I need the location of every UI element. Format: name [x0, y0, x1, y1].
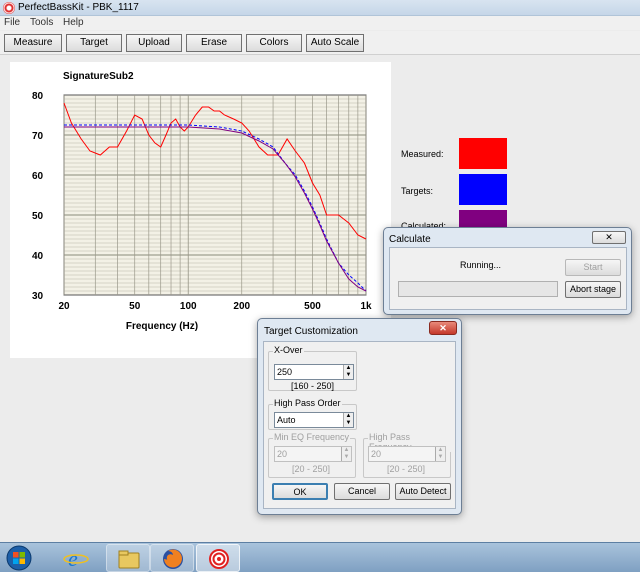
hp-freq-value: 20 [371, 449, 382, 459]
xover-label: X-Over [273, 345, 304, 355]
x-tick-label: 200 [233, 301, 250, 312]
target-close-button[interactable]: ✕ [429, 321, 457, 335]
close-icon: ✕ [605, 232, 613, 242]
spin-up-icon: ▲ [345, 365, 352, 371]
spin-up-icon: ▲ [343, 447, 350, 453]
spin-up-icon: ▲ [345, 413, 352, 419]
taskbar: e [0, 542, 640, 572]
legend-targets-label: Targets: [401, 186, 434, 196]
target-dialog-title: Target Customization [264, 326, 358, 337]
calculate-body: Running... Start Abort stage [389, 247, 627, 310]
xover-value: 250 [277, 367, 293, 377]
internet-explorer-icon[interactable]: e [58, 544, 94, 572]
calculate-status: Running... [460, 260, 502, 270]
title-bar: PerfectBassKit - PBK_1117 [0, 0, 640, 16]
x-tick-label: 500 [304, 301, 321, 312]
xover-input[interactable]: 250 ▲ ▼ [274, 364, 354, 380]
abort-stage-button[interactable]: Abort stage [565, 281, 621, 298]
y-tick-label: 30 [32, 291, 44, 302]
cancel-button[interactable]: Cancel [334, 483, 390, 500]
spin-down-icon: ▼ [343, 454, 350, 460]
xover-range: [160 - 250] [291, 381, 335, 391]
ok-button[interactable]: OK [272, 483, 328, 500]
start-button[interactable]: Start [565, 259, 621, 276]
target-customization-dialog: Target Customization ✕ X-Over 250 ▲ ▼ [16… [257, 318, 462, 515]
legend-measured-label: Measured: [401, 149, 444, 159]
xover-spinner[interactable]: ▲ ▼ [343, 365, 353, 379]
close-icon: ✕ [439, 323, 447, 333]
y-tick-label: 60 [32, 171, 44, 182]
hp-order-spinner[interactable]: ▲ ▼ [343, 413, 353, 427]
hp-freq-range: [20 - 250] [387, 464, 426, 474]
spin-down-icon: ▼ [345, 372, 352, 378]
windows-start-icon[interactable] [4, 544, 34, 572]
x-tick-label: 100 [180, 301, 197, 312]
colors-button[interactable]: Colors [246, 34, 302, 52]
firefox-icon[interactable] [150, 544, 194, 572]
hp-order-value: Auto [277, 415, 296, 425]
auto-detect-button[interactable]: Auto Detect [395, 483, 451, 500]
measure-button[interactable]: Measure [4, 34, 62, 52]
y-tick-label: 70 [32, 131, 44, 142]
upload-button[interactable]: Upload [126, 34, 182, 52]
file-explorer-icon[interactable] [106, 544, 150, 572]
frequency-response-chart: SignatureSub2 80 70 60 50 40 30 20 50 100 200 500 1… [32, 71, 372, 332]
spin-up-icon: ▲ [437, 447, 444, 453]
app-icon [3, 2, 15, 14]
perfectbasskit-icon[interactable] [196, 544, 240, 572]
calculate-dialog: Calculate ✕ Running... Start Abort stage [383, 227, 632, 315]
legend-targets-swatch[interactable] [459, 174, 507, 205]
target-button[interactable]: Target [66, 34, 122, 52]
y-tick-label: 80 [32, 91, 44, 102]
hp-order-select[interactable]: Auto ▲ ▼ [274, 412, 354, 428]
min-eq-value: 20 [277, 449, 288, 459]
calculate-progress-bar [398, 281, 558, 297]
min-eq-input[interactable]: 20 ▲ ▼ [274, 446, 352, 462]
toolbar: Measure Target Upload Erase Colors Auto … [0, 31, 640, 55]
menu-tools[interactable]: Tools [30, 17, 53, 28]
window-title: PerfectBassKit - PBK_1117 [18, 2, 139, 13]
menu-file[interactable]: File [4, 17, 20, 28]
auto-scale-button[interactable]: Auto Scale [306, 34, 364, 52]
calculate-close-button[interactable]: ✕ [592, 231, 626, 244]
y-tick-label: 40 [32, 251, 44, 262]
legend-measured-swatch[interactable] [459, 138, 507, 169]
menu-bar: File Tools Help [0, 16, 640, 30]
x-tick-label: 1k [360, 301, 372, 312]
x-axis-label: Frequency (Hz) [126, 321, 198, 332]
min-eq-range: [20 - 250] [292, 464, 331, 474]
hp-order-label: High Pass Order [273, 398, 342, 408]
target-dialog-body: X-Over 250 ▲ ▼ [160 - 250] High Pass Orde… [263, 341, 456, 509]
min-eq-spinner[interactable]: ▲ ▼ [341, 447, 351, 461]
spin-down-icon: ▼ [437, 454, 444, 460]
chart-title: SignatureSub2 [63, 71, 134, 82]
hp-freq-spinner[interactable]: ▲ ▼ [435, 447, 445, 461]
svg-text:e: e [68, 546, 78, 571]
y-tick-label: 50 [32, 211, 44, 222]
calculate-dialog-title: Calculate [389, 234, 431, 245]
menu-help[interactable]: Help [63, 17, 84, 28]
min-eq-label: Min EQ Frequency [273, 432, 351, 442]
x-tick-label: 20 [58, 301, 70, 312]
erase-button[interactable]: Erase [186, 34, 242, 52]
hp-freq-input[interactable]: 20 ▲ ▼ [368, 446, 446, 462]
spin-down-icon: ▼ [345, 420, 352, 426]
x-tick-label: 50 [129, 301, 141, 312]
chart-panel: SignatureSub2 80 70 60 50 40 30 20 50 100 200 500 1… [10, 62, 391, 358]
